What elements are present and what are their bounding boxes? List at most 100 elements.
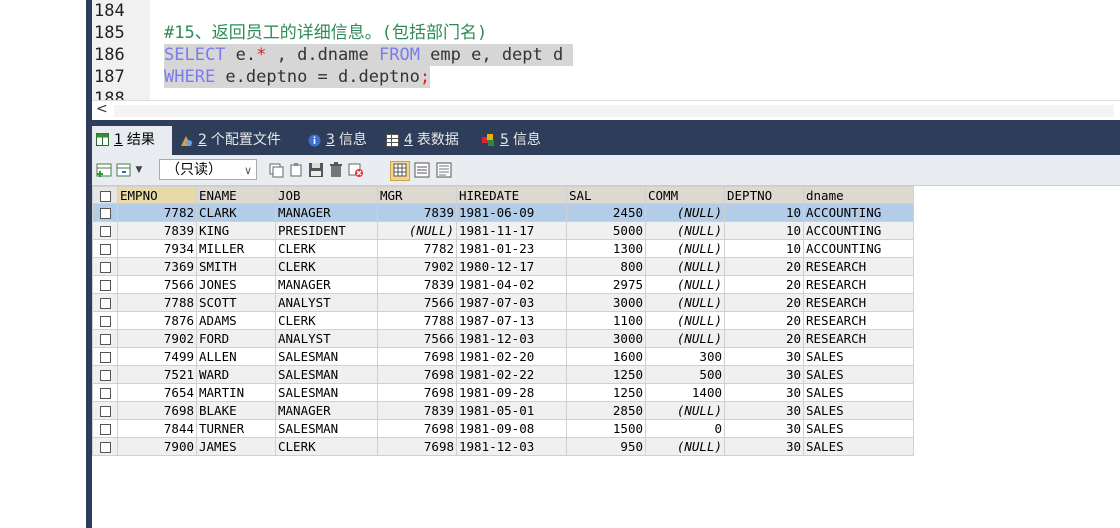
table-cell[interactable]: (NULL) (377, 221, 457, 240)
table-row[interactable]: 7934 MILLER CLERK 7782 1981-01-23 1300 (NULL) 1… (92, 239, 914, 258)
table-cell[interactable]: RESEARCH (803, 329, 914, 348)
save-icon[interactable] (308, 162, 324, 178)
table-cell[interactable]: (NULL) (645, 221, 725, 240)
table-cell[interactable]: SALES (803, 401, 914, 420)
table-cell[interactable]: TURNER (196, 419, 276, 438)
table-cell[interactable]: 1981-09-08 (456, 419, 567, 438)
column-header-dname[interactable]: dname (803, 186, 914, 204)
table-cell[interactable]: RESEARCH (803, 293, 914, 312)
table-cell[interactable]: 7698 (377, 347, 457, 366)
column-header-sal[interactable]: SAL (566, 186, 646, 204)
table-cell[interactable]: 1981-02-22 (456, 365, 567, 384)
table-row[interactable]: 7499 ALLEN SALESMAN 7698 1981-02-20 1600 300 30… (92, 347, 914, 366)
table-cell[interactable]: MANAGER (275, 203, 378, 222)
table-cell[interactable]: 7698 (117, 401, 197, 420)
table-cell[interactable]: 7902 (377, 257, 457, 276)
scrollbar-track[interactable] (114, 105, 1114, 117)
row-checkbox[interactable] (92, 419, 118, 438)
table-cell[interactable]: 1981-12-03 (456, 437, 567, 456)
table-cell[interactable]: 30 (724, 419, 804, 438)
table-cell[interactable]: SALESMAN (275, 383, 378, 402)
table-cell[interactable]: 1981-09-28 (456, 383, 567, 402)
table-cell[interactable]: 1987-07-13 (456, 311, 567, 330)
table-cell[interactable]: (NULL) (645, 275, 725, 294)
table-cell[interactable]: SMITH (196, 257, 276, 276)
tab-results[interactable]: 1 结果 (92, 126, 172, 155)
table-cell[interactable]: 1981-05-01 (456, 401, 567, 420)
table-cell[interactable]: 30 (724, 347, 804, 366)
table-row[interactable]: 7698 BLAKE MANAGER 7839 1981-05-01 2850 (NULL)… (92, 401, 914, 420)
table-cell[interactable]: FORD (196, 329, 276, 348)
table-cell[interactable]: 7566 (377, 293, 457, 312)
column-header-empno[interactable]: EMPNO (117, 186, 197, 204)
editor-horizontal-scrollbar[interactable]: < (92, 100, 1120, 121)
table-cell[interactable]: MILLER (196, 239, 276, 258)
row-checkbox[interactable] (92, 383, 118, 402)
row-checkbox[interactable] (92, 437, 118, 456)
table-cell[interactable]: 3000 (566, 329, 646, 348)
table-cell[interactable]: SALESMAN (275, 365, 378, 384)
export-icon[interactable] (116, 162, 132, 178)
row-checkbox[interactable] (92, 329, 118, 348)
row-checkbox[interactable] (92, 401, 118, 420)
table-cell[interactable]: 7934 (117, 239, 197, 258)
table-cell[interactable]: JONES (196, 275, 276, 294)
table-row[interactable]: 7900 JAMES CLERK 7698 1981-12-03 950 (NULL) 30 S… (92, 437, 914, 456)
table-cell[interactable]: 1980-12-17 (456, 257, 567, 276)
table-cell[interactable]: 7698 (377, 365, 457, 384)
table-cell[interactable]: 1981-01-23 (456, 239, 567, 258)
row-checkbox[interactable] (92, 365, 118, 384)
table-cell[interactable]: 800 (566, 257, 646, 276)
copy-icon[interactable] (288, 162, 304, 178)
table-cell[interactable]: ADAMS (196, 311, 276, 330)
table-cell[interactable]: SALES (803, 419, 914, 438)
table-cell[interactable]: 0 (645, 419, 725, 438)
table-row[interactable]: 7521 WARD SALESMAN 7698 1981-02-22 1250 500 30 S… (92, 365, 914, 384)
table-row[interactable]: 7788 SCOTT ANALYST 7566 1987-07-03 3000 (NULL)… (92, 293, 914, 312)
add-row-icon[interactable] (96, 162, 112, 178)
table-cell[interactable]: 1981-12-03 (456, 329, 567, 348)
table-cell[interactable]: 20 (724, 329, 804, 348)
table-cell[interactable]: PRESIDENT (275, 221, 378, 240)
row-checkbox[interactable] (92, 311, 118, 330)
tab-info[interactable]: 5 信息 (478, 127, 541, 153)
table-cell[interactable]: 10 (724, 203, 804, 222)
table-cell[interactable]: 10 (724, 239, 804, 258)
table-cell[interactable]: RESEARCH (803, 275, 914, 294)
table-cell[interactable]: 2850 (566, 401, 646, 420)
table-cell[interactable]: (NULL) (645, 437, 725, 456)
table-cell[interactable]: 30 (724, 437, 804, 456)
table-cell[interactable]: 1250 (566, 383, 646, 402)
row-checkbox[interactable] (92, 257, 118, 276)
tab-messages[interactable]: 3 信息 (304, 127, 367, 153)
table-cell[interactable]: 1981-04-02 (456, 275, 567, 294)
duplicate-row-icon[interactable] (268, 162, 284, 178)
column-header-mgr[interactable]: MGR (377, 186, 457, 204)
table-cell[interactable]: 1987-07-03 (456, 293, 567, 312)
table-cell[interactable]: SALES (803, 347, 914, 366)
table-cell[interactable]: 7698 (377, 419, 457, 438)
table-cell[interactable]: 1400 (645, 383, 725, 402)
table-cell[interactable]: ACCOUNTING (803, 203, 914, 222)
table-cell[interactable]: 7521 (117, 365, 197, 384)
table-cell[interactable]: 7902 (117, 329, 197, 348)
table-cell[interactable]: 7566 (377, 329, 457, 348)
table-cell[interactable]: 30 (724, 383, 804, 402)
column-header-ename[interactable]: ENAME (196, 186, 276, 204)
table-cell[interactable]: (NULL) (645, 329, 725, 348)
table-cell[interactable]: 1250 (566, 365, 646, 384)
table-cell[interactable]: SALESMAN (275, 419, 378, 438)
table-cell[interactable]: MARTIN (196, 383, 276, 402)
result-grid[interactable]: EMPNO ENAME JOB MGR HIREDATE SAL COMM DE… (92, 186, 914, 456)
table-cell[interactable]: 1981-02-20 (456, 347, 567, 366)
table-cell[interactable]: 7369 (117, 257, 197, 276)
table-cell[interactable]: MANAGER (275, 275, 378, 294)
table-cell[interactable]: 500 (645, 365, 725, 384)
table-cell[interactable]: 7839 (117, 221, 197, 240)
tab-profiles[interactable]: 2 个配置文件 (176, 127, 281, 153)
text-view-icon[interactable] (436, 162, 452, 178)
table-cell[interactable]: 2975 (566, 275, 646, 294)
table-cell[interactable]: (NULL) (645, 203, 725, 222)
row-checkbox[interactable] (92, 239, 118, 258)
table-cell[interactable]: 7876 (117, 311, 197, 330)
